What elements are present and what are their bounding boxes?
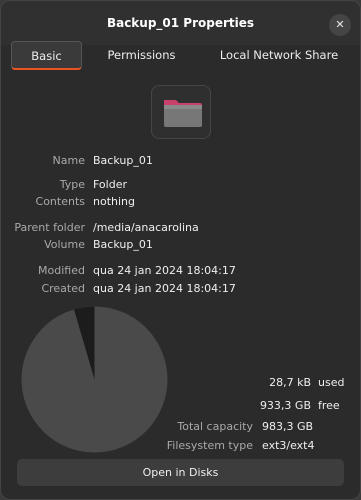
- tab-basic[interactable]: Basic: [11, 41, 82, 70]
- folder-icon: [164, 100, 202, 127]
- tab-local-network-share[interactable]: Local Network Share: [204, 41, 354, 70]
- disk-usage-pie: [21, 306, 168, 453]
- properties-window: Backup_01 Properties ✕ Basic Permissions…: [0, 0, 361, 500]
- created-value: qua 24 jan 2024 18:04:17: [93, 282, 236, 295]
- modified-value: qua 24 jan 2024 18:04:17: [93, 264, 236, 277]
- created-label: Created: [41, 282, 85, 295]
- name-label: Name: [52, 154, 85, 167]
- title-bar: Backup_01 Properties ✕: [1, 1, 360, 45]
- contents-value: nothing: [93, 195, 135, 208]
- name-value: Backup_01: [93, 154, 153, 167]
- parent-folder-value: /media/anacarolina: [93, 221, 199, 234]
- tab-permissions[interactable]: Permissions: [94, 41, 189, 70]
- close-icon[interactable]: ✕: [329, 14, 351, 36]
- filesystem-type-label: Filesystem type: [166, 439, 253, 452]
- used-label: used: [318, 376, 345, 389]
- type-value: Folder: [93, 178, 127, 191]
- folder-icon-frame: [151, 85, 211, 139]
- filesystem-type-value: ext3/ext4: [262, 439, 315, 452]
- contents-label: Contents: [35, 195, 85, 208]
- total-capacity-value: 983,3 GB: [262, 420, 314, 433]
- total-capacity-label: Total capacity: [177, 420, 253, 433]
- tab-bar: Basic Permissions Local Network Share: [9, 41, 352, 71]
- window-title: Backup_01 Properties: [106, 16, 255, 30]
- free-label: free: [318, 399, 340, 412]
- parent-folder-label: Parent folder: [14, 221, 85, 234]
- open-in-disks-button[interactable]: Open in Disks: [17, 459, 344, 486]
- free-amount: 933,3 GB: [259, 399, 311, 412]
- modified-label: Modified: [38, 264, 85, 277]
- used-amount: 28,7 kB: [269, 376, 311, 389]
- volume-value: Backup_01: [93, 238, 153, 251]
- volume-label: Volume: [44, 238, 85, 251]
- type-label: Type: [59, 178, 85, 191]
